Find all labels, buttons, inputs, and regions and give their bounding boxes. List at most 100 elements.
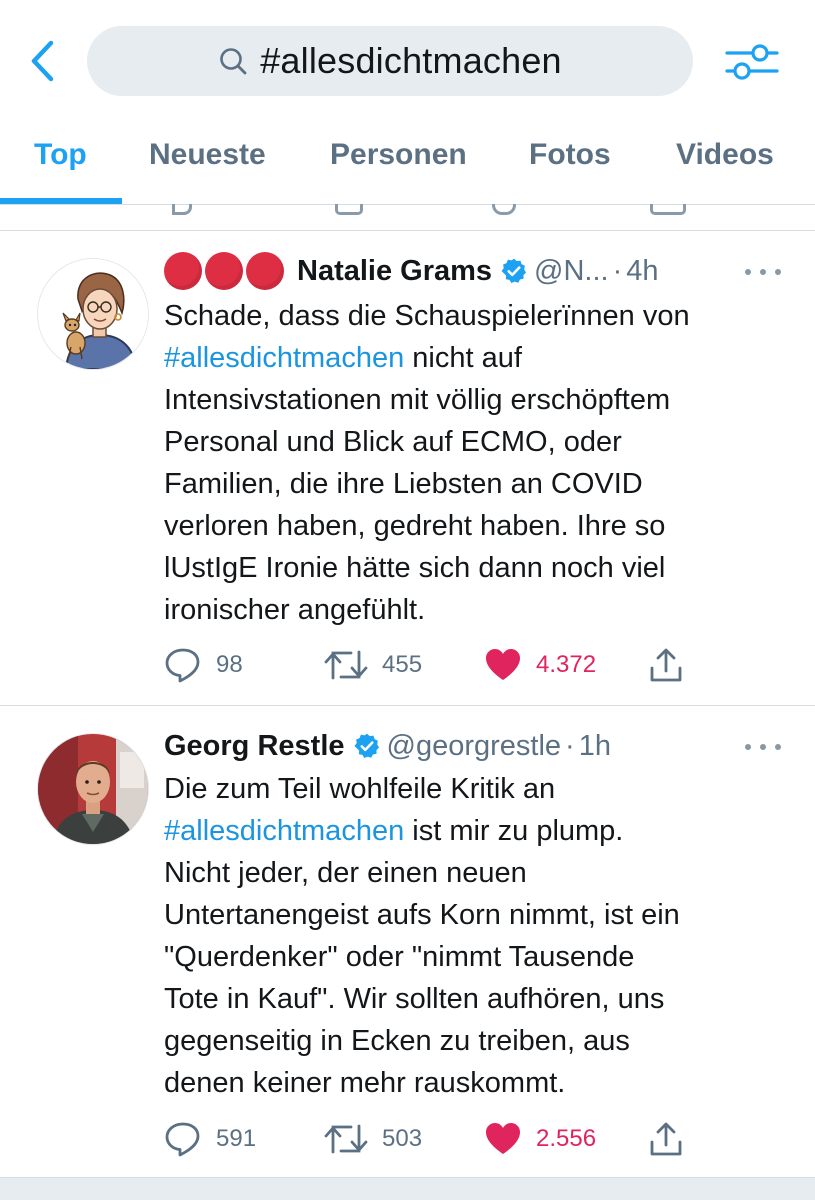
tweet-text-segment: Untertanengeist aufs Korn nimmt, ist ein: [164, 899, 680, 931]
search-query: #allesdichtmachen: [260, 40, 562, 81]
like-button[interactable]: 4.372: [484, 645, 596, 685]
retweet-count: 503: [382, 1125, 423, 1152]
tweet-header: Georg Restle @georgrestle · 1h: [164, 724, 611, 768]
tweet-natalie-grams[interactable]: Natalie Grams @N... · 4h Schade, dass di…: [0, 231, 815, 705]
display-name[interactable]: Georg Restle: [164, 730, 345, 763]
heart-icon: [486, 1123, 520, 1154]
tweet-text-segment: denen keiner mehr rauskommt.: [164, 1067, 566, 1099]
avatar-photo: [38, 734, 148, 844]
tweet-text-line: Intensivstationen mit völlig erschöpftem: [164, 379, 784, 421]
reply-button[interactable]: 591: [164, 1119, 256, 1159]
next-tweet-edge: [0, 1178, 815, 1200]
retweet-button[interactable]: 503: [324, 1119, 422, 1159]
verified-badge-icon: [500, 257, 528, 285]
reply-icon: [165, 648, 200, 683]
tweet-text-line: "Querdenker" oder "nimmt Tausende: [164, 936, 784, 978]
tweet-text-segment: ironischer angefühlt.: [164, 594, 426, 626]
tweet-text-line: Familien, die ihre Liebsten an COVID: [164, 463, 784, 505]
tweet-text-line: Schade, dass die Schauspielerïnnen von: [164, 295, 784, 337]
hashtag-link[interactable]: #allesdichtmachen: [164, 342, 404, 374]
tweet-text-segment: Intensivstationen mit völlig erschöpftem: [164, 384, 671, 416]
tweet-text-segment: lUstIgE Ironie hätte sich dann noch viel: [164, 552, 666, 584]
timestamp[interactable]: 1h: [579, 730, 611, 763]
red-circle-icon: [246, 252, 284, 290]
tweet-text-line: denen keiner mehr rauskommt.: [164, 1062, 784, 1104]
reply-count: 98: [216, 651, 243, 678]
search-input[interactable]: #allesdichtmachen: [87, 26, 693, 96]
chevron-left-icon: [31, 40, 54, 82]
tweet-actions: 591 503 2.556: [164, 1119, 794, 1159]
heart-icon: [486, 649, 520, 680]
user-handle[interactable]: @N...: [534, 255, 609, 288]
more-options-button[interactable]: [745, 262, 781, 282]
tweet-text-line: Tote in Kauf". Wir sollten aufhören, uns: [164, 978, 784, 1020]
search-tabs: Top Neueste Personen Fotos Videos: [0, 124, 815, 205]
reply-count: 591: [216, 1125, 257, 1152]
separator-dot: ·: [565, 729, 575, 762]
more-icon: [745, 744, 751, 750]
separator-dot: ·: [612, 254, 623, 287]
tweet-text-line: Untertanengeist aufs Korn nimmt, ist ein: [164, 894, 784, 936]
like-count: 2.556: [536, 1125, 597, 1152]
search-icon: [218, 46, 248, 76]
tweet-text-line: #allesdichtmachen ist mir zu plump.: [164, 810, 784, 852]
tab-personen[interactable]: Personen: [330, 138, 467, 172]
more-options-button[interactable]: [745, 737, 781, 757]
share-icon: [650, 648, 682, 682]
tweet-text: Die zum Teil wohlfeile Kritik an #allesdi…: [164, 768, 784, 1104]
red-circle-icon: [164, 252, 202, 290]
tab-top[interactable]: Top: [34, 138, 87, 172]
red-circle-emoji-group: [164, 252, 287, 290]
tweet-actions: 98 455 4.372: [164, 645, 794, 685]
search-header: #allesdichtmachen: [0, 0, 815, 124]
tweet-header: Natalie Grams @N... · 4h: [164, 249, 659, 293]
tweet-text-segment: Familien, die ihre Liebsten an COVID: [164, 468, 643, 500]
tweet-text-line: gegenseitig in Ecken zu treiben, aus: [164, 1020, 784, 1062]
tab-videos[interactable]: Videos: [676, 138, 774, 172]
tweet-text-segment: Nicht jeder, der einen neuen: [164, 857, 527, 889]
timestamp[interactable]: 4h: [626, 255, 658, 288]
tweet-text-line: verloren haben, gedreht haben. Ihre so: [164, 505, 784, 547]
reply-icon: [165, 1122, 200, 1157]
previous-tweet-actions: [0, 204, 815, 228]
red-circle-icon: [205, 252, 243, 290]
share-button[interactable]: [649, 1119, 683, 1159]
tweet-text-line: lUstIgE Ironie hätte sich dann noch viel: [164, 547, 784, 589]
tweet-text-segment: Schade, dass die Schauspielerïnnen von: [164, 300, 690, 332]
tab-neueste[interactable]: Neueste: [149, 138, 266, 172]
tweet-text-segment: nicht auf: [404, 342, 522, 374]
filter-sliders-icon: [725, 44, 779, 80]
like-button[interactable]: 2.556: [484, 1119, 596, 1159]
user-handle[interactable]: @georgrestle: [387, 730, 562, 763]
verified-badge-icon: [353, 732, 381, 760]
tweet-text: Schade, dass die Schauspielerïnnen von #a…: [164, 295, 784, 631]
retweet-count: 455: [382, 651, 423, 678]
tweet-text-segment: ist mir zu plump.: [404, 815, 624, 847]
reply-button[interactable]: 98: [164, 645, 243, 685]
share-icon: [650, 1122, 682, 1156]
tweet-text-segment: Tote in Kauf". Wir sollten aufhören, uns: [164, 983, 665, 1015]
more-icon: [745, 269, 751, 275]
retweet-icon: [324, 1124, 368, 1154]
tweet-text-line: #allesdichtmachen nicht auf: [164, 337, 784, 379]
avatar[interactable]: [37, 258, 149, 370]
retweet-button[interactable]: 455: [324, 645, 422, 685]
back-button[interactable]: [22, 38, 62, 84]
tweet-text-segment: "Querdenker" oder "nimmt Tausende: [164, 941, 635, 973]
tweet-text-segment: Personal und Blick auf ECMO, oder: [164, 426, 622, 458]
share-button[interactable]: [649, 645, 683, 685]
retweet-icon: [324, 650, 368, 680]
tweet-georg-restle[interactable]: Georg Restle @georgrestle · 1h Die zum T…: [0, 706, 815, 1178]
avatar[interactable]: [37, 733, 149, 845]
search-filter-button[interactable]: [722, 38, 782, 86]
tweet-text-segment: Die zum Teil wohlfeile Kritik an: [164, 773, 556, 805]
avatar-illustration: [38, 259, 148, 369]
tweet-text-line: ironischer angefühlt.: [164, 589, 784, 631]
display-name[interactable]: Natalie Grams: [297, 255, 492, 288]
tweet-text-line: Personal und Blick auf ECMO, oder: [164, 421, 784, 463]
tweet-text-segment: gegenseitig in Ecken zu treiben, aus: [164, 1025, 630, 1057]
tab-fotos[interactable]: Fotos: [529, 138, 611, 172]
tweet-text-line: Nicht jeder, der einen neuen: [164, 852, 784, 894]
hashtag-link[interactable]: #allesdichtmachen: [164, 815, 404, 847]
tweet-text-segment: verloren haben, gedreht haben. Ihre so: [164, 510, 666, 542]
